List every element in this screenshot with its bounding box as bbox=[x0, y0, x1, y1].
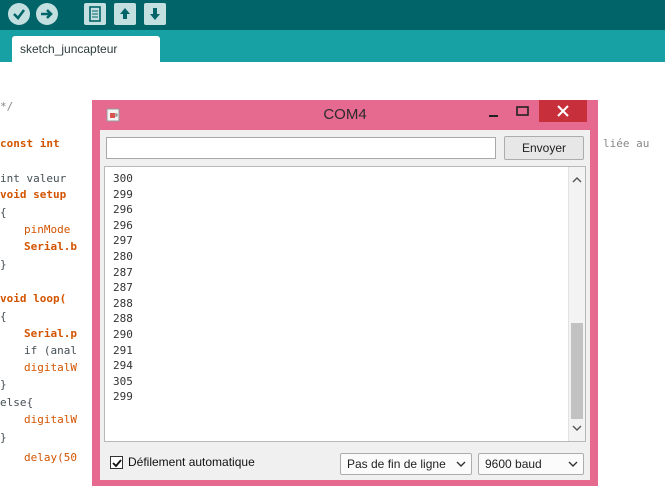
output-line: 299 bbox=[113, 187, 133, 201]
open-icon[interactable] bbox=[114, 3, 136, 25]
code-fragment: liée au bbox=[603, 137, 650, 150]
chevron-down-icon[interactable] bbox=[572, 419, 582, 437]
output-line: 299 bbox=[113, 390, 133, 404]
chevron-up-icon[interactable] bbox=[572, 171, 582, 189]
code-line: Serial.p bbox=[24, 327, 77, 340]
code-line: } bbox=[0, 431, 7, 444]
code-line: else{ bbox=[0, 396, 34, 409]
maximize-icon[interactable] bbox=[512, 103, 534, 121]
tab-sketch[interactable]: sketch_juncapteur bbox=[12, 36, 160, 62]
chevron-down-icon bbox=[568, 461, 578, 467]
code-line: digitalW bbox=[24, 361, 77, 374]
serial-output[interactable]: 300 299 296 296 297 280 287 287 288 288 290 291 294 3… bbox=[104, 166, 586, 442]
serial-monitor-window: COM4 Envoyer 300 299 296 296 297 280 287 287 288… bbox=[92, 100, 598, 486]
code-line: int valeur bbox=[0, 172, 67, 185]
baud-rate-select[interactable]: 9600 baud bbox=[478, 453, 584, 475]
output-line: 291 bbox=[113, 343, 133, 357]
output-line: 296 bbox=[113, 218, 133, 232]
code-line: Serial.b bbox=[24, 240, 77, 253]
send-button[interactable]: Envoyer bbox=[504, 136, 584, 160]
ide-toolbar bbox=[0, 0, 665, 30]
new-icon[interactable] bbox=[84, 3, 106, 25]
code-line: delay(50 bbox=[24, 451, 77, 464]
close-icon[interactable] bbox=[539, 100, 587, 122]
output-line: 297 bbox=[113, 234, 133, 248]
checkmark-icon bbox=[112, 459, 122, 468]
code-line: { bbox=[0, 206, 7, 219]
line-ending-select[interactable]: Pas de fin de ligne bbox=[340, 453, 472, 475]
serial-footer: Défilement automatique Pas de fin de lig… bbox=[100, 446, 590, 480]
code-line: if (anal bbox=[24, 344, 77, 357]
output-line: 287 bbox=[113, 281, 133, 295]
line-ending-value: Pas de fin de ligne bbox=[347, 457, 446, 471]
autoscroll-label: Défilement automatique bbox=[128, 455, 255, 469]
output-line: 280 bbox=[113, 249, 133, 263]
autoscroll-checkbox[interactable] bbox=[110, 456, 123, 469]
output-line: 305 bbox=[113, 374, 133, 388]
output-line: 287 bbox=[113, 265, 133, 279]
output-line: 288 bbox=[113, 296, 133, 310]
baud-rate-value: 9600 baud bbox=[485, 457, 542, 471]
serial-monitor-client: Envoyer 300 299 296 296 297 280 287 287 288 288 29… bbox=[100, 130, 590, 480]
code-line: */ bbox=[0, 100, 14, 113]
output-line: 296 bbox=[113, 203, 133, 217]
save-icon[interactable] bbox=[144, 3, 166, 25]
scroll-thumb[interactable] bbox=[571, 323, 583, 419]
output-lines: 300 299 296 296 297 280 287 287 288 288 290 291 294 3… bbox=[113, 171, 133, 405]
code-line: void loop( bbox=[0, 292, 67, 305]
serial-input[interactable] bbox=[106, 137, 496, 159]
output-line: 294 bbox=[113, 359, 133, 373]
verify-icon[interactable] bbox=[8, 3, 30, 25]
code-line: } bbox=[0, 258, 7, 271]
code-line: } bbox=[0, 378, 7, 391]
output-line: 290 bbox=[113, 327, 133, 341]
output-line: 300 bbox=[113, 172, 133, 185]
output-line: 288 bbox=[113, 312, 133, 326]
code-line: void setup bbox=[0, 188, 67, 201]
upload-icon[interactable] bbox=[36, 3, 58, 25]
code-line: pinMode bbox=[24, 223, 71, 236]
chevron-down-icon bbox=[456, 461, 466, 467]
code-line: { bbox=[0, 310, 7, 323]
minimize-icon[interactable] bbox=[484, 106, 504, 124]
scrollbar[interactable] bbox=[568, 167, 585, 441]
code-line: digitalW bbox=[24, 413, 77, 426]
code-line: const int bbox=[0, 137, 60, 150]
